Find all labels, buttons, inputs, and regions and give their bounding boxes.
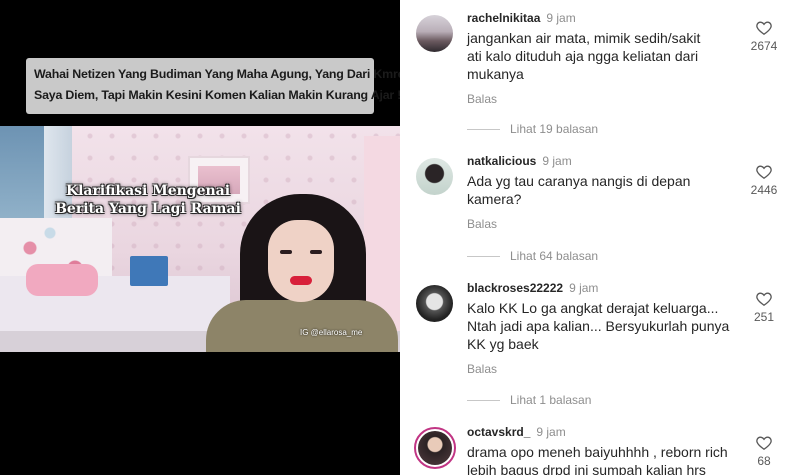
like-button[interactable]: 68 [744, 435, 784, 468]
like-count: 68 [757, 454, 771, 468]
avatar[interactable] [416, 285, 453, 322]
like-count: 251 [753, 310, 775, 324]
comment-text: Ada yg tau caranya nangis di depan kamer… [467, 173, 691, 207]
like-count: 2674 [750, 39, 778, 53]
comment-username[interactable]: blackroses22222 [467, 281, 563, 295]
comment-time: 9 jam [546, 11, 576, 25]
comment-text: jangankan air mata, mimik sedih/sakit at… [467, 30, 701, 82]
like-button[interactable]: 251 [744, 291, 784, 324]
view-replies-button[interactable]: Lihat 64 balasan [467, 249, 598, 263]
avatar-with-story-ring[interactable] [414, 427, 456, 469]
like-button[interactable]: 2674 [744, 20, 784, 53]
banner-line-1: Wahai Netizen Yang Budiman Yang Maha Agu… [34, 67, 400, 81]
shopping-bag [130, 256, 168, 286]
reply-button[interactable]: Balas [467, 362, 736, 376]
video-title-line-2: Berita Yang Lagi Ramai [55, 201, 241, 217]
heart-outline-icon [756, 292, 772, 306]
like-count: 2446 [750, 183, 778, 197]
comment-text: Kalo KK Lo ga angkat derajat keluarga...… [467, 300, 730, 352]
like-button[interactable]: 2446 [744, 164, 784, 197]
view-replies-button[interactable]: Lihat 1 balasan [467, 393, 591, 407]
comment-time: 9 jam [569, 281, 599, 295]
heart-outline-icon [756, 21, 772, 35]
banner-line-2: Saya Diem, Tapi Makin Kesini Komen Kalia… [34, 88, 400, 102]
comment-time: 9 jam [542, 154, 572, 168]
comment-username[interactable]: rachelnikitaa [467, 11, 540, 25]
heart-outline-icon [756, 436, 772, 450]
view-replies-button[interactable]: Lihat 19 balasan [467, 122, 598, 136]
avatar[interactable] [416, 158, 453, 195]
comment-username[interactable]: octavskrd_ [467, 425, 530, 439]
avatar[interactable] [416, 15, 453, 52]
video-watermark: IG @ellarosa_me [300, 328, 363, 337]
video-title-line-1: Klarifikasi Mengenai [65, 183, 231, 199]
comments-panel: rachelnikitaa 9 jam jangankan air mata, m… [400, 0, 800, 475]
video-title-overlay: Klarifikasi Mengenai Berita Yang Lagi Ra… [48, 182, 248, 218]
video-frame: Klarifikasi Mengenai Berita Yang Lagi Ra… [0, 126, 400, 352]
comment-username[interactable]: natkalicious [467, 154, 536, 168]
pillow [26, 264, 98, 296]
comment-time: 9 jam [536, 425, 566, 439]
video-caption-banner: Wahai Netizen Yang Budiman Yang Maha Agu… [26, 58, 400, 114]
comment-text: drama opo meneh baiyuhhhh , reborn rich … [467, 444, 728, 475]
heart-outline-icon [756, 165, 772, 179]
video-player[interactable]: Wahai Netizen Yang Budiman Yang Maha Agu… [0, 0, 400, 475]
reply-button[interactable]: Balas [467, 217, 736, 231]
reply-button[interactable]: Balas [467, 92, 736, 106]
